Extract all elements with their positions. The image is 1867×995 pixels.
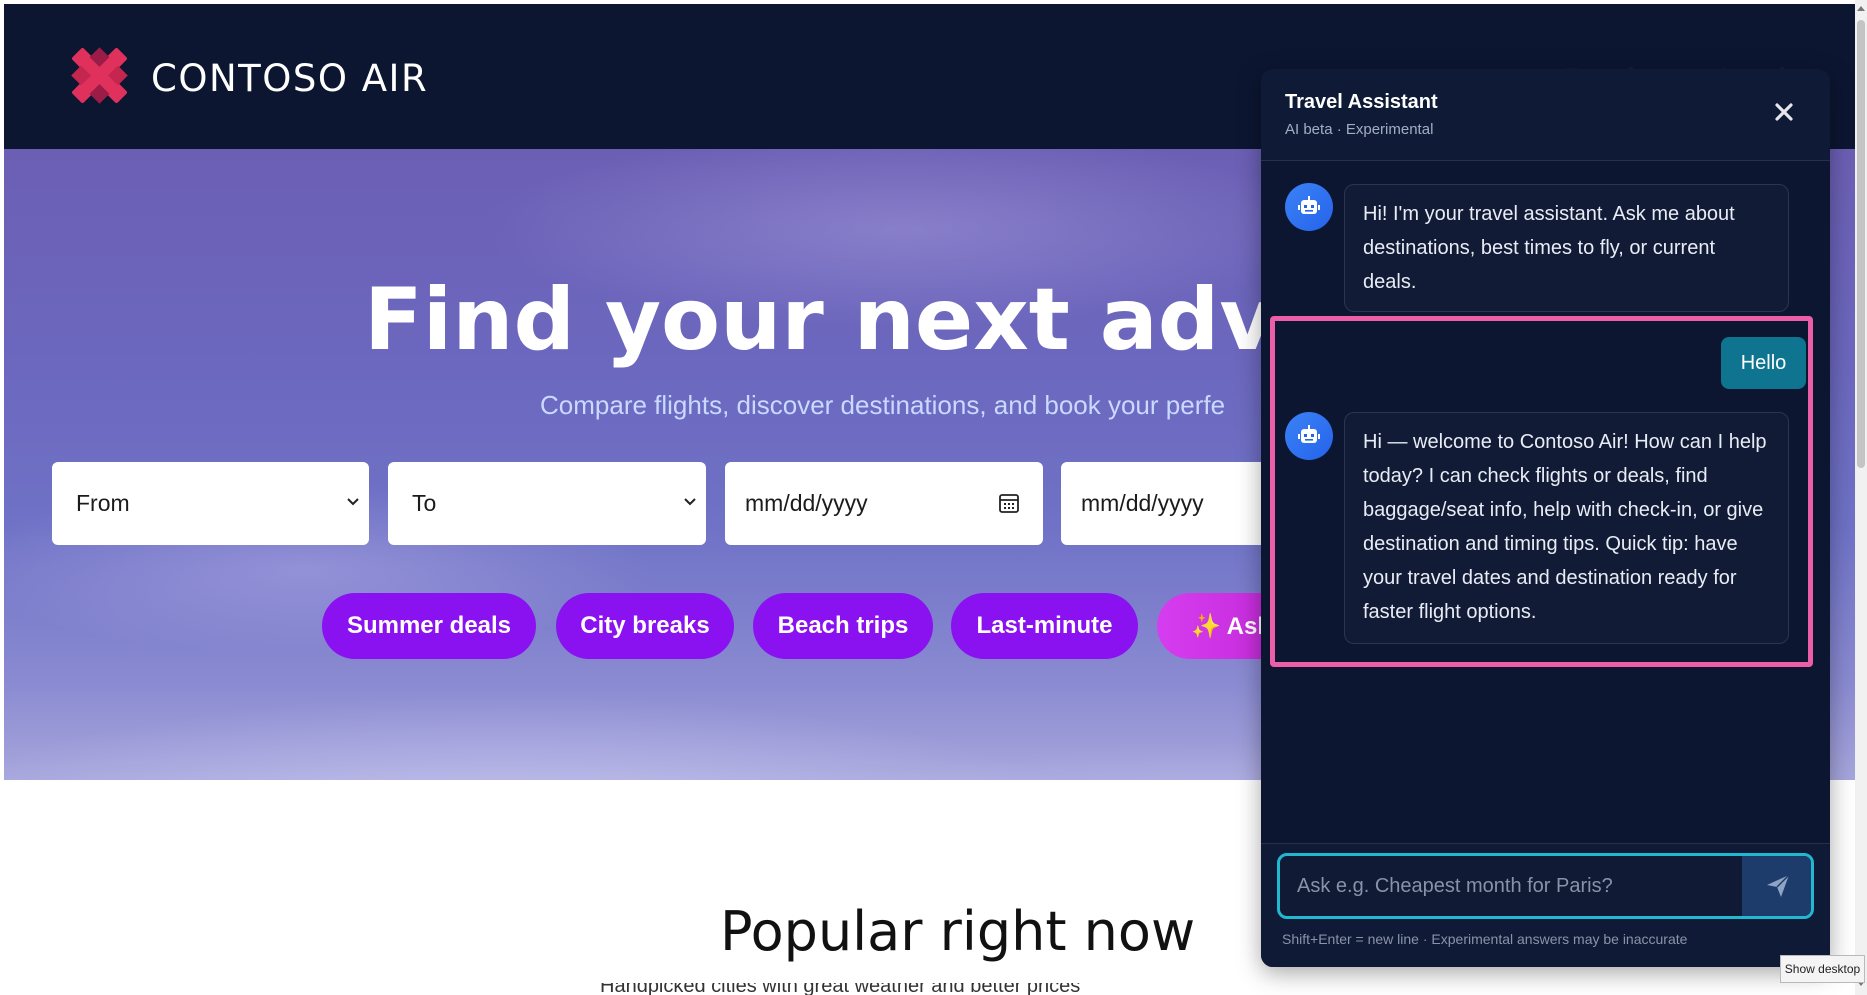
chip-beach-trips[interactable]: Beach trips bbox=[753, 593, 933, 659]
contoso-air-logo[interactable] bbox=[62, 38, 137, 113]
to-select[interactable]: To bbox=[388, 462, 706, 545]
bot-avatar bbox=[1285, 412, 1333, 460]
assistant-message: Hi! I'm your travel assistant. Ask me ab… bbox=[1344, 184, 1789, 312]
close-icon[interactable] bbox=[1771, 99, 1797, 125]
assistant-message-text: Hi — welcome to Contoso Air! How can I h… bbox=[1363, 431, 1767, 623]
popular-section-subtitle: Handpicked cities with great weather and… bbox=[600, 983, 1220, 995]
from-select-value: From bbox=[76, 490, 130, 516]
travel-assistant-panel: Travel Assistant AI beta · Experimental … bbox=[1261, 69, 1830, 967]
hero-title: Find your next adven bbox=[364, 270, 1395, 370]
robot-icon bbox=[1298, 196, 1320, 214]
assistant-message-text: Hi! I'm your travel assistant. Ask me ab… bbox=[1363, 203, 1735, 293]
to-select-value: To bbox=[412, 490, 437, 516]
bot-avatar bbox=[1285, 183, 1333, 231]
chat-input-wrapper bbox=[1277, 853, 1814, 919]
hero-subtitle: Compare flights, discover destinations, … bbox=[540, 390, 1226, 420]
return-date-placeholder: mm/dd/yyyy bbox=[1081, 490, 1204, 516]
scroll-up-arrow-icon[interactable] bbox=[1857, 4, 1865, 14]
send-icon bbox=[1767, 874, 1790, 897]
calendar-icon[interactable] bbox=[997, 491, 1021, 515]
depart-date-placeholder: mm/dd/yyyy bbox=[745, 490, 868, 516]
chat-input[interactable] bbox=[1280, 856, 1740, 916]
show-desktop-tooltip: Show desktop bbox=[1780, 955, 1865, 983]
chevron-down-icon bbox=[347, 498, 359, 506]
user-message-text: Hello bbox=[1740, 351, 1787, 374]
scrollbar-thumb[interactable] bbox=[1857, 20, 1865, 468]
from-select[interactable]: From bbox=[52, 462, 369, 545]
depart-date-input[interactable]: mm/dd/yyyy bbox=[725, 462, 1043, 545]
chip-summer-deals[interactable]: Summer deals bbox=[322, 593, 536, 659]
browser-viewport: CONTOSO AIR Book Login Find your next ad… bbox=[0, 0, 1867, 995]
user-message: Hello bbox=[1721, 337, 1806, 389]
chip-city-breaks[interactable]: City breaks bbox=[556, 593, 734, 659]
robot-icon bbox=[1298, 425, 1320, 443]
popular-section-subtitle-text: Handpicked cities with great weather and… bbox=[600, 983, 1081, 995]
popular-section-title: Popular right now bbox=[720, 900, 1196, 963]
chat-header: Travel Assistant AI beta · Experimental bbox=[1261, 69, 1830, 161]
chat-subtitle: AI beta · Experimental bbox=[1285, 121, 1434, 138]
assistant-message: Hi — welcome to Contoso Air! How can I h… bbox=[1344, 412, 1789, 644]
brand-name[interactable]: CONTOSO AIR bbox=[151, 56, 428, 102]
chip-last-minute[interactable]: Last-minute bbox=[951, 593, 1138, 659]
send-button[interactable] bbox=[1742, 856, 1811, 916]
chat-title: Travel Assistant bbox=[1285, 91, 1438, 113]
chevron-down-icon bbox=[684, 498, 696, 506]
chat-hint: Shift+Enter = new line · Experimental an… bbox=[1282, 931, 1688, 947]
